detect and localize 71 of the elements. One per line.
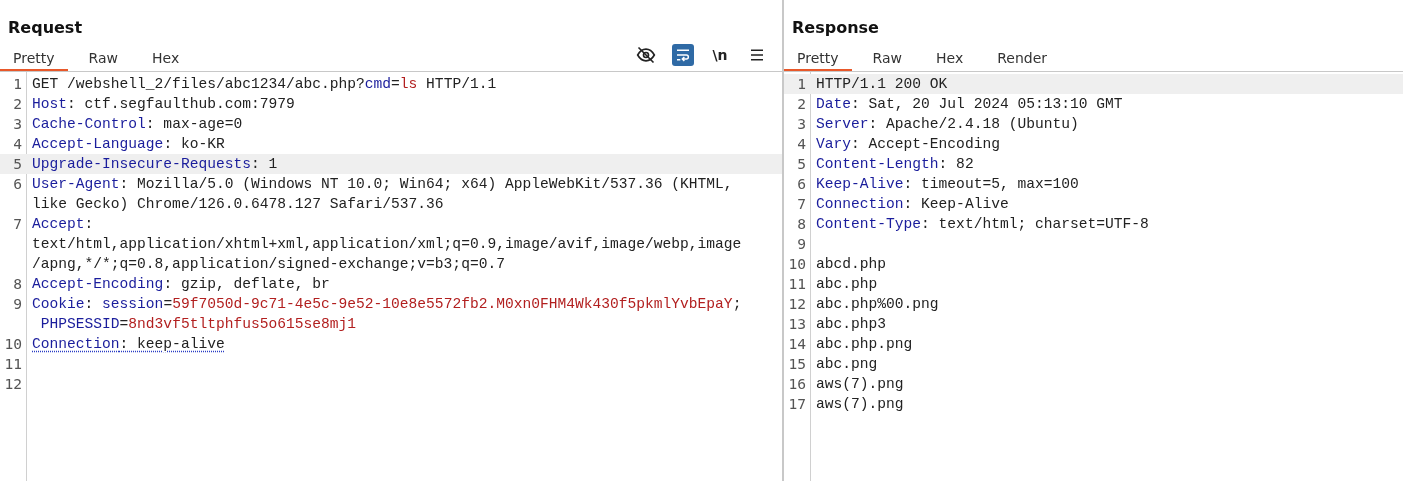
code-line: Accept-Encoding: gzip, deflate, br <box>32 275 330 294</box>
view-tab[interactable]: Hex <box>139 46 193 71</box>
code-line: HTTP/1.1 200 OK <box>816 75 948 94</box>
line-number: 13 <box>787 314 807 334</box>
line-number: 6 <box>796 174 807 194</box>
hide-icon[interactable] <box>635 44 657 66</box>
code-line: GET /webshell_2/files/abc1234/abc.php?cmd=ls HTTP/1.1 <box>32 75 497 94</box>
code-line: abc.png <box>816 355 878 374</box>
line-number: 7 <box>12 214 23 234</box>
line-number: 8 <box>796 214 807 234</box>
pane-title: Request <box>7 17 84 39</box>
line-number: 11 <box>3 354 23 374</box>
view-tab[interactable]: Hex <box>923 46 977 71</box>
code-line: aws(7).png <box>816 395 904 414</box>
line-number: 17 <box>787 394 807 414</box>
view-tab[interactable]: Raw <box>75 46 131 71</box>
line-number: 7 <box>796 194 807 214</box>
wrap-lines-icon[interactable] <box>672 44 694 66</box>
code-line: Keep-Alive: timeout=5, max=100 <box>816 175 1079 194</box>
code-line: Content-Type: text/html; charset=UTF-8 <box>816 215 1149 234</box>
code-line: abcd.php <box>816 255 887 274</box>
line-number: 1 <box>796 74 807 94</box>
line-number: 3 <box>12 114 23 134</box>
line-number: 14 <box>787 334 807 354</box>
line-number: 8 <box>12 274 23 294</box>
line-number: 4 <box>12 134 23 154</box>
line-number: 12 <box>787 294 807 314</box>
code-line: aws(7).png <box>816 375 904 394</box>
code-line: abc.php.png <box>816 335 913 354</box>
code-line: Connection: Keep-Alive <box>816 195 1009 214</box>
code-line: Cache-Control: max-age=0 <box>32 115 243 134</box>
code-line: Host: ctf.segfaulthub.com:7979 <box>32 95 295 114</box>
line-number: 5 <box>12 154 23 174</box>
line-number: 10 <box>787 254 807 274</box>
code-line: like Gecko) Chrome/126.0.6478.127 Safari/537.36 <box>32 195 445 214</box>
newline-toggle[interactable]: \n <box>709 44 731 66</box>
line-number: 2 <box>12 94 23 114</box>
line-number: 5 <box>796 154 807 174</box>
line-number: 9 <box>12 294 23 314</box>
code-line: text/html,application/xhtml+xml,application/xml;q=0.9,image/avif,image/webp,image <box>32 235 742 254</box>
line-number: 11 <box>787 274 807 294</box>
line-number: 10 <box>3 334 23 354</box>
code-line: Accept-Language: ko-KR <box>32 135 225 154</box>
code-line: User-Agent: Mozilla/5.0 (Windows NT 10.0; Win64; x64) AppleWebKit/537.36 (KHTML, <box>32 175 733 194</box>
line-number: 4 <box>796 134 807 154</box>
code-line: abc.php%00.png <box>816 295 939 314</box>
code-line: Date: Sat, 20 Jul 2024 05:13:10 GMT <box>816 95 1123 114</box>
line-number: 1 <box>12 74 23 94</box>
view-tab[interactable]: Pretty <box>784 46 852 71</box>
code-line: /apng,*/*;q=0.8,application/signed-exchange;v=b3;q=0.7 <box>32 255 506 274</box>
view-tab[interactable]: Raw <box>859 46 915 71</box>
line-number: 12 <box>3 374 23 394</box>
line-number: 6 <box>12 174 23 194</box>
code-line: Server: Apache/2.4.18 (Ubuntu) <box>816 115 1079 134</box>
line-number: 2 <box>796 94 807 114</box>
code-line: PHPSESSID=8nd3vf5tltphfus5o615se8mj1 <box>39 315 358 334</box>
code-line: Upgrade-Insecure-Requests: 1 <box>32 155 278 174</box>
line-number: 3 <box>796 114 807 134</box>
code-line: Vary: Accept-Encoding <box>816 135 1000 154</box>
code-line: Content-Length: 82 <box>816 155 974 174</box>
code-line: Accept: <box>32 215 95 234</box>
code-line: Cookie: session=59f7050d-9c71-4e5c-9e52-10e8e5572fb2.M0xn0FHM4Wk430f5pkmlYvbEpaY; <box>32 295 742 314</box>
code-line: Connection: keep-alive <box>32 335 225 354</box>
code-line: abc.php3 <box>816 315 887 334</box>
pane-title: Response <box>791 17 880 39</box>
view-tab[interactable]: Render <box>984 46 1060 71</box>
code-line: abc.php <box>816 275 878 294</box>
line-number: 16 <box>787 374 807 394</box>
line-number: 15 <box>787 354 807 374</box>
view-tab[interactable]: Pretty <box>0 46 68 71</box>
line-number: 9 <box>796 234 807 254</box>
